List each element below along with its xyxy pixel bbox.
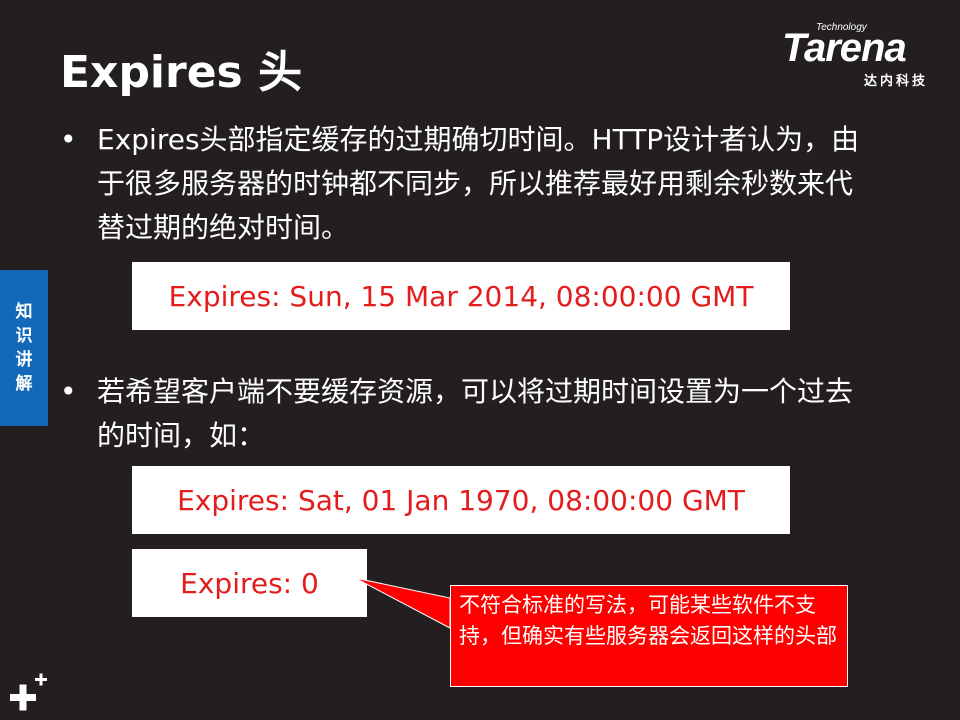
callout-note: 不符合标准的写法，可能某些软件不支持，但确实有些服务器会返回这样的头部	[450, 585, 848, 687]
plus-icon	[10, 673, 47, 711]
